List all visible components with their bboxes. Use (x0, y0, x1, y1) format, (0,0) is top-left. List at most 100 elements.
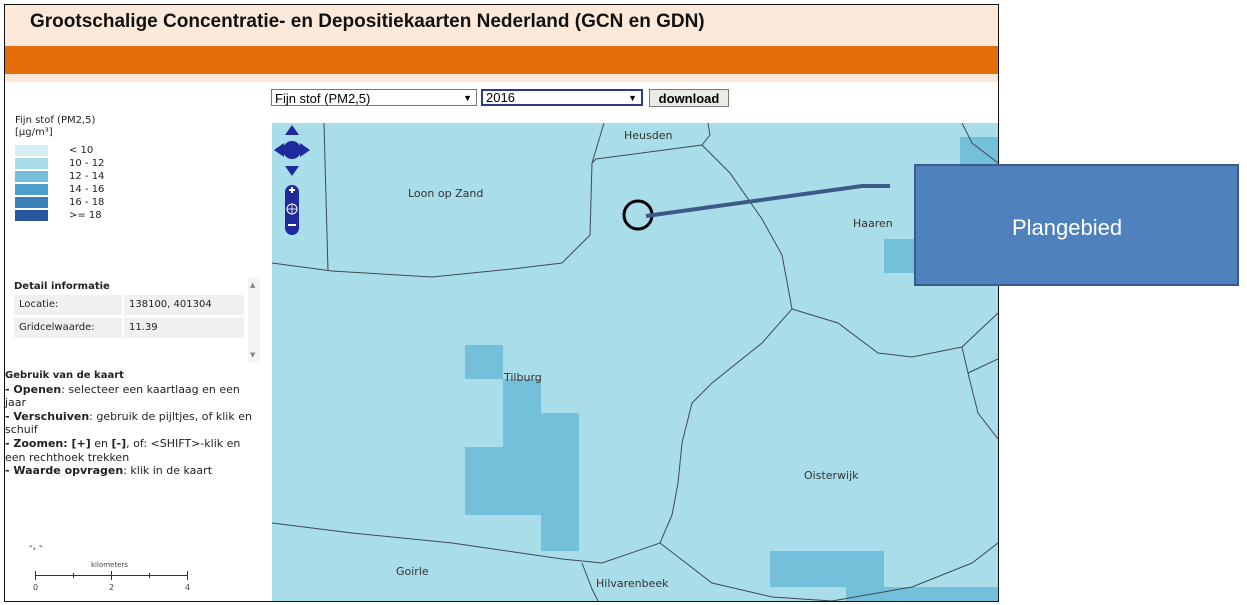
municipal-borders (272, 123, 998, 601)
grid-cell (503, 379, 541, 413)
detail-key: Gridcelwaarde: (14, 318, 122, 338)
legend-title: Fijn stof (PM2,5) [µg/m³] (15, 115, 95, 139)
zoom-in-icon[interactable] (291, 187, 293, 193)
detail-table: Locatie: 138100, 401304 Gridcelwaarde: 1… (14, 295, 244, 341)
grid-cell (503, 413, 579, 447)
detail-row: Gridcelwaarde: 11.39 (14, 318, 244, 338)
legend-title-unit: [µg/m³] (15, 127, 53, 138)
scale-tick (149, 573, 150, 578)
legend-swatch (15, 184, 48, 195)
usage-help: Gebruik van de kaart - Openen: selecteer… (5, 369, 255, 478)
usage-zoom-label: - Zoomen: [+] (5, 436, 91, 450)
usage-zoom: - Zoomen: [+] en [-], of: <SHIFT>-klik e… (5, 437, 255, 464)
place-label: Hilvarenbeek (596, 577, 669, 590)
grid-cell (465, 447, 579, 515)
legend-item: 12 - 14 (15, 171, 135, 182)
dropdown-arrow-icon: ▼ (628, 93, 637, 103)
border-line (323, 123, 329, 272)
detail-row: Locatie: 138100, 401304 (14, 295, 244, 315)
year-select-value: 2016 (486, 90, 515, 105)
legend-swatch (15, 171, 48, 182)
year-select[interactable]: 2016 ▼ (481, 89, 643, 106)
usage-open-label: - Openen (5, 382, 62, 396)
grid-cell (541, 515, 579, 551)
pan-down-icon[interactable] (285, 166, 299, 176)
usage-title: Gebruik van de kaart (5, 370, 124, 381)
border-line (659, 144, 793, 544)
pan-center (283, 141, 301, 159)
layer-select[interactable]: Fijn stof (PM2,5) ▼ (271, 89, 477, 106)
place-label: Tilburg (504, 371, 542, 384)
border-line (591, 123, 605, 164)
scroll-down-icon[interactable]: ▼ (250, 351, 255, 359)
detail-scrollbar[interactable]: ▲ ▼ (248, 277, 260, 363)
layer-select-value: Fijn stof (PM2,5) (275, 91, 371, 106)
dropdown-arrow-icon: ▼ (463, 93, 472, 103)
plangebied-callout: Plangebied (914, 164, 1239, 286)
grid-cell (846, 587, 998, 601)
header: Grootschalige Concentratie- en Depositie… (5, 5, 998, 46)
border-line (967, 358, 998, 374)
map-layer (272, 123, 998, 601)
usage-zoom-label2: [-] (111, 436, 127, 450)
zoom-out-icon[interactable] (288, 224, 296, 226)
scale-label: 2 (109, 583, 115, 592)
scale-label: 0 (33, 583, 39, 592)
place-label: Oisterwijk (804, 469, 859, 482)
usage-open: - Openen: selecteer een kaartlaag en een… (5, 383, 255, 410)
legend-swatch (15, 210, 48, 221)
app-window: Grootschalige Concentratie- en Depositie… (4, 4, 999, 602)
legend-label: 16 - 18 (69, 197, 105, 208)
legend-item: 14 - 16 (15, 184, 135, 195)
scale-label: 4 (185, 583, 191, 592)
border-line (272, 123, 711, 278)
legend-label: < 10 (69, 145, 94, 156)
page-title: Grootschalige Concentratie- en Depositie… (30, 11, 705, 32)
usage-value-text: : klik in de kaart (123, 464, 213, 478)
callout-label: Plangebied (1012, 215, 1123, 240)
sidebar: Fijn stof (PM2,5) [µg/m³] < 10 10 - 12 1… (5, 105, 270, 601)
map-nav-controls[interactable] (272, 123, 312, 238)
scale-tick (73, 573, 74, 578)
border-line (961, 346, 998, 440)
map-canvas[interactable]: Heusden Loon op Zand Haaren Tilburg Oist… (272, 123, 998, 601)
scroll-up-icon[interactable]: ▲ (250, 281, 255, 289)
legend-label: >= 18 (69, 210, 102, 221)
legend-label: 14 - 16 (69, 184, 105, 195)
grid-cell (770, 551, 884, 587)
detail-value: 138100, 401304 (124, 295, 244, 315)
pan-up-icon[interactable] (285, 125, 299, 135)
legend-title-name: Fijn stof (PM2,5) (15, 115, 96, 126)
download-button[interactable]: download (649, 89, 729, 107)
header-band (5, 46, 998, 74)
legend-item: >= 18 (15, 210, 135, 221)
detail-value: 11.39 (124, 318, 244, 338)
usage-value-label: - Waarde opvragen (5, 464, 124, 478)
detail-title: Detail informatie (14, 281, 110, 292)
legend-item: 16 - 18 (15, 197, 135, 208)
legend-item: < 10 (15, 145, 135, 156)
scale-tick (35, 571, 36, 580)
border-line (791, 308, 998, 358)
legend-item: 10 - 12 (15, 158, 135, 169)
place-label: Heusden (624, 129, 673, 142)
place-label: Haaren (853, 217, 893, 230)
legend-swatch (15, 158, 48, 169)
usage-move: - Verschuiven: gebruik de pijltjes, of k… (5, 410, 255, 437)
scale-tick (111, 571, 112, 580)
scale-tick (187, 571, 188, 580)
scale-bar: kilometers 0 2 4 (33, 561, 193, 597)
legend-swatch (15, 145, 48, 156)
coordinate-readout: -, - (29, 541, 43, 552)
grid-cell (465, 345, 503, 379)
usage-zoom-and: en (90, 436, 112, 450)
pan-left-icon[interactable] (274, 143, 284, 157)
detail-key: Locatie: (14, 295, 122, 315)
place-label: Loon op Zand (408, 187, 484, 200)
legend-label: 12 - 14 (69, 171, 105, 182)
place-label: Goirle (396, 565, 429, 578)
legend-swatch (15, 197, 48, 208)
pan-right-icon[interactable] (300, 143, 310, 157)
usage-value: - Waarde opvragen: klik in de kaart (5, 464, 255, 478)
legend-label: 10 - 12 (69, 158, 105, 169)
